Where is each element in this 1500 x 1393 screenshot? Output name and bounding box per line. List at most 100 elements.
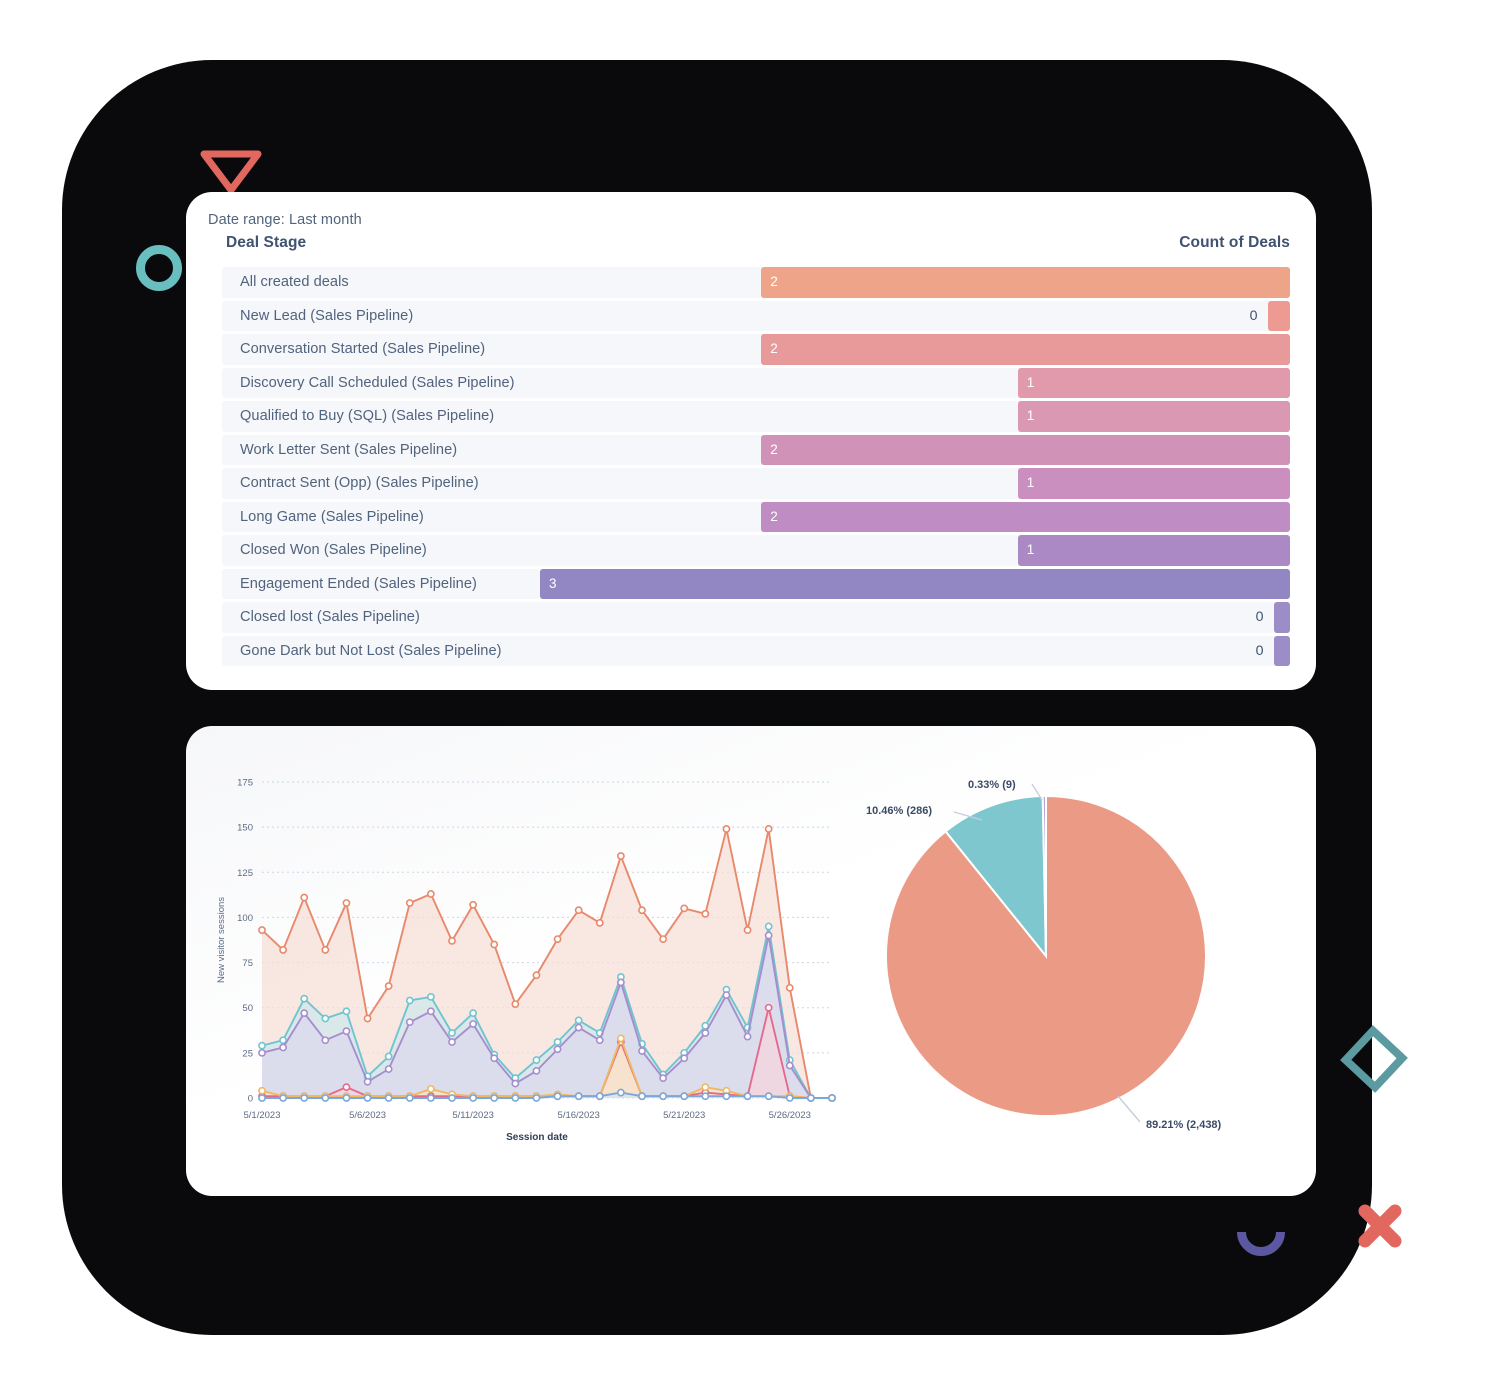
series-point[interactable]: [300, 1094, 309, 1102]
series-point[interactable]: [828, 1094, 836, 1102]
series-point[interactable]: [300, 994, 309, 1003]
series-point[interactable]: [722, 825, 731, 833]
series-point[interactable]: [785, 983, 794, 992]
series-point[interactable]: [384, 1094, 393, 1102]
series-point[interactable]: [638, 1047, 646, 1055]
series-point[interactable]: [469, 1020, 478, 1028]
series-point[interactable]: [659, 935, 668, 943]
series-point[interactable]: [342, 1083, 351, 1092]
series-point[interactable]: [680, 1092, 689, 1101]
series-point[interactable]: [321, 1014, 330, 1023]
series-point[interactable]: [532, 971, 541, 980]
series-point[interactable]: [342, 1007, 351, 1016]
series-point[interactable]: [764, 922, 773, 931]
series-point[interactable]: [511, 1079, 520, 1088]
series-point[interactable]: [616, 1088, 625, 1097]
bar-row[interactable]: Contract Sent (Opp) (Sales Pipeline) 1: [222, 468, 1290, 499]
series-point[interactable]: [616, 978, 625, 987]
bar-fill[interactable]: 2: [761, 267, 1290, 298]
series-point[interactable]: [743, 1032, 752, 1041]
series-point[interactable]: [616, 852, 625, 860]
bar-fill[interactable]: 1: [1017, 401, 1290, 432]
series-point[interactable]: [448, 1038, 456, 1046]
series-point[interactable]: [342, 1094, 351, 1102]
bar-fill[interactable]: 3: [540, 568, 1290, 599]
series-point[interactable]: [764, 825, 773, 833]
series-point[interactable]: [426, 1094, 435, 1102]
bar-fill[interactable]: 2: [761, 334, 1290, 365]
bar-row[interactable]: All created deals 2: [222, 267, 1290, 298]
series-point[interactable]: [553, 1045, 562, 1054]
series-point[interactable]: [469, 900, 478, 909]
bar-fill[interactable]: 2: [761, 501, 1290, 532]
bar-row[interactable]: Engagement Ended (Sales Pipeline) 3: [222, 568, 1290, 599]
series-point[interactable]: [321, 946, 330, 954]
series-point[interactable]: [426, 1007, 435, 1016]
series-point[interactable]: [448, 937, 456, 945]
series-point[interactable]: [574, 1023, 583, 1032]
series-point[interactable]: [511, 1000, 520, 1009]
series-point[interactable]: [448, 1029, 456, 1037]
series-point[interactable]: [680, 1054, 689, 1063]
bar-row[interactable]: Closed Won (Sales Pipeline) 1: [222, 535, 1290, 566]
series-point[interactable]: [680, 904, 689, 913]
series-point[interactable]: [279, 1094, 288, 1102]
bar-fill[interactable]: 1: [1017, 468, 1290, 499]
series-point[interactable]: [743, 926, 752, 934]
series-point[interactable]: [638, 1092, 646, 1101]
bar-row[interactable]: Discovery Call Scheduled (Sales Pipeline…: [222, 367, 1290, 398]
series-point[interactable]: [553, 935, 562, 943]
bar-fill[interactable]: [1273, 635, 1290, 666]
series-point[interactable]: [279, 1043, 288, 1052]
series-point[interactable]: [321, 1094, 330, 1102]
bar-row[interactable]: Qualified to Buy (SQL) (Sales Pipeline) 1: [222, 401, 1290, 432]
series-point[interactable]: [511, 1094, 520, 1102]
series-point[interactable]: [574, 1092, 583, 1101]
series-point[interactable]: [490, 1094, 499, 1102]
series-point[interactable]: [490, 1054, 499, 1063]
series-point[interactable]: [490, 940, 499, 949]
bar-fill[interactable]: 2: [761, 434, 1290, 465]
bar-row[interactable]: Conversation Started (Sales Pipeline) 2: [222, 334, 1290, 365]
series-point[interactable]: [764, 1003, 773, 1012]
series-point[interactable]: [321, 1036, 330, 1045]
series-point[interactable]: [659, 1092, 668, 1101]
series-point[interactable]: [785, 1061, 794, 1070]
series-point[interactable]: [405, 1094, 414, 1102]
bar-row[interactable]: Closed lost (Sales Pipeline) 0: [222, 602, 1290, 633]
bar-row[interactable]: New Lead (Sales Pipeline) 0: [222, 300, 1290, 331]
series-point[interactable]: [363, 1094, 372, 1102]
bar-fill[interactable]: [1267, 300, 1290, 331]
series-point[interactable]: [258, 926, 266, 934]
series-point[interactable]: [469, 1094, 478, 1102]
series-point[interactable]: [532, 1067, 541, 1075]
series-point[interactable]: [722, 991, 731, 999]
series-point[interactable]: [342, 899, 351, 907]
series-point[interactable]: [595, 918, 604, 927]
series-point[interactable]: [553, 1038, 562, 1046]
series-point[interactable]: [532, 1056, 541, 1064]
series-point[interactable]: [363, 1014, 372, 1023]
series-point[interactable]: [384, 1065, 393, 1074]
bar-fill[interactable]: [1273, 602, 1290, 633]
series-point[interactable]: [638, 906, 646, 915]
bar-fill[interactable]: 1: [1017, 367, 1290, 398]
series-point[interactable]: [574, 906, 583, 915]
series-point[interactable]: [595, 1036, 604, 1045]
series-point[interactable]: [806, 1094, 815, 1102]
series-point[interactable]: [258, 1094, 266, 1102]
series-point[interactable]: [258, 1086, 266, 1095]
series-point[interactable]: [785, 1094, 794, 1102]
series-point[interactable]: [300, 1009, 309, 1018]
series-point[interactable]: [448, 1094, 456, 1102]
bar-row[interactable]: Gone Dark but Not Lost (Sales Pipeline) 0: [222, 635, 1290, 666]
series-point[interactable]: [701, 909, 710, 918]
series-point[interactable]: [426, 1085, 435, 1093]
series-point[interactable]: [701, 1029, 710, 1037]
series-point[interactable]: [405, 899, 414, 907]
series-point[interactable]: [405, 1018, 414, 1027]
bar-fill[interactable]: 1: [1017, 535, 1290, 566]
series-point[interactable]: [426, 992, 435, 1001]
series-point[interactable]: [722, 1092, 731, 1101]
series-point[interactable]: [574, 1016, 583, 1025]
